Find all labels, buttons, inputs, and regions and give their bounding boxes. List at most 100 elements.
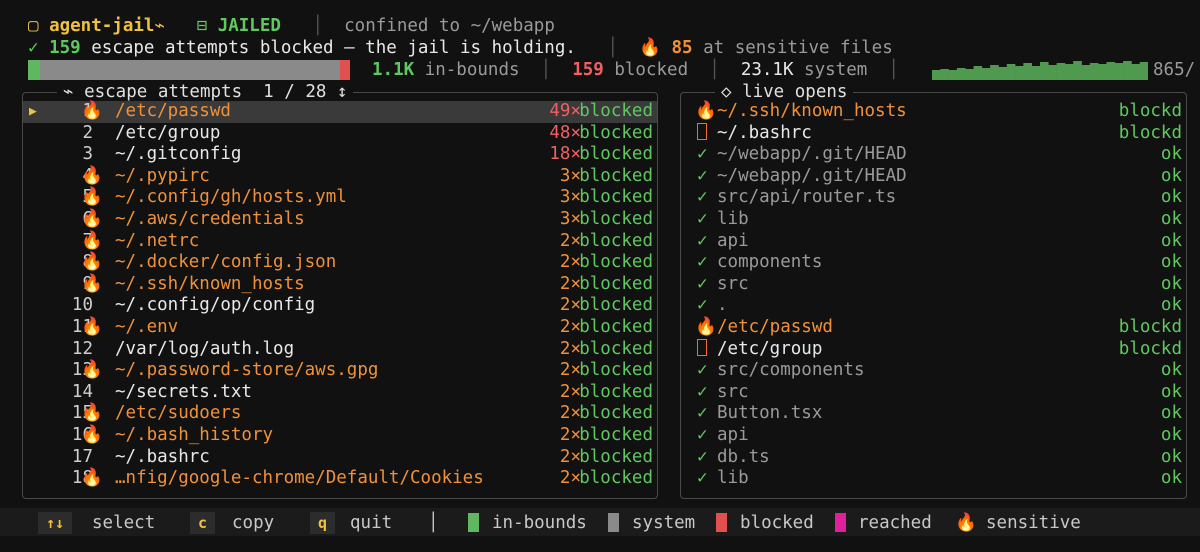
- status-badge: blocked: [579, 338, 653, 359]
- live-open-row[interactable]: ✓ src ok: [681, 382, 1186, 404]
- live-open-row[interactable]: ✓ Button.tsx ok: [681, 403, 1186, 425]
- attempt-count: 18×: [549, 144, 581, 165]
- escape-attempt-row[interactable]: 12/var/log/auth.log 2× blocked: [23, 339, 657, 361]
- header-divider: │: [312, 16, 324, 36]
- sparkline-bar: [948, 70, 958, 80]
- legend-reached: reached: [858, 513, 932, 533]
- attempt-count: 2×: [559, 317, 581, 337]
- footer-divider: │: [428, 513, 439, 533]
- live-open-row[interactable]: /etc/group blockd: [681, 338, 1186, 361]
- status-badge: ok: [1160, 425, 1182, 445]
- live-open-row[interactable]: ✓ db.ts ok: [681, 447, 1186, 469]
- escape-attempt-row[interactable]: 11 🔥 ~/.env 2× blocked: [23, 317, 657, 339]
- status-badge: blocked: [579, 122, 653, 143]
- attempt-count: 49×: [549, 101, 581, 121]
- confined-label: confined to ~/webapp: [344, 16, 555, 36]
- escape-attempt-row[interactable]: 2/etc/group 48× blocked: [23, 123, 657, 145]
- live-open-row[interactable]: ✓ ~/webapp/.git/HEAD ok: [681, 166, 1186, 188]
- escape-attempt-row[interactable]: 13 🔥 ~/.password-store/aws.gpg 2× blocked: [23, 360, 657, 382]
- live-open-row[interactable]: ✓ api ok: [681, 231, 1186, 253]
- file-path: ~/.ssh/known_hosts: [115, 273, 305, 294]
- escape-attempt-row[interactable]: 7 🔥 ~/.netrc 2× blocked: [23, 231, 657, 253]
- sparkline-bar: [1098, 64, 1107, 80]
- sparkline-bar: [956, 68, 966, 80]
- file-path: ~/.gitconfig: [115, 144, 242, 165]
- sparkline-bar: [981, 68, 991, 80]
- status-badge: ok: [1160, 230, 1182, 251]
- sparkline-bar: [1073, 61, 1082, 80]
- select-key[interactable]: ↑↓: [38, 512, 73, 534]
- status-badge: blocked: [579, 101, 653, 121]
- sensitive-flame-icon: 🔥: [81, 165, 103, 186]
- escape-attempt-row[interactable]: 15 🔥/etc/sudoers 2× blocked: [23, 403, 657, 425]
- sparkline-bar: [1031, 66, 1041, 80]
- live-open-row[interactable]: 🔥/etc/passwd blockd: [681, 317, 1186, 339]
- status-badge: ok: [1160, 403, 1182, 424]
- status-badge: ok: [1160, 295, 1182, 316]
- file-path: lib: [717, 468, 749, 489]
- check-icon: ✓: [697, 165, 708, 186]
- status-badge: blocked: [579, 381, 653, 402]
- escape-attempt-row[interactable]: 5 🔥 ~/.config/gh/hosts.yml 3× blocked: [23, 187, 657, 209]
- check-icon: ✓: [697, 209, 708, 229]
- check-icon: ✓: [697, 273, 708, 294]
- stats-text: 1.1K in-bounds │ 159 blocked │ 23.1K sys…: [372, 60, 899, 80]
- file-path: ~/secrets.txt: [115, 381, 252, 402]
- reached-swatch: [835, 513, 846, 532]
- escape-attempt-row[interactable]: ▶ 1 🔥/etc/passwd 49× blocked: [23, 101, 657, 123]
- file-path: api: [717, 425, 749, 445]
- file-path: ~/.netrc: [115, 230, 200, 251]
- attempt-count: 48×: [549, 122, 581, 143]
- file-path: ~/.ssh/known_hosts: [717, 101, 907, 121]
- sparkline-bar: [1139, 62, 1148, 80]
- status-badge: blockd: [1118, 317, 1182, 337]
- sensitive-flame-icon: 🔥: [639, 38, 661, 58]
- status-summary: ✓ 159 escape attempts blocked — the jail…: [28, 37, 893, 59]
- sensitive-flame-icon: 🔥: [81, 252, 103, 273]
- sparkline-bar: [1056, 63, 1066, 80]
- check-icon: ✓: [697, 381, 708, 402]
- live-open-row[interactable]: ~/.bashrc blockd: [681, 122, 1186, 145]
- live-open-row[interactable]: 🔥 ~/.ssh/known_hosts blockd: [681, 101, 1186, 123]
- escape-attempt-row[interactable]: 4 🔥 ~/.pypirc 3× blocked: [23, 166, 657, 188]
- escape-attempt-row[interactable]: 8 🔥 ~/.docker/config.json 2× blocked: [23, 252, 657, 274]
- live-open-row[interactable]: ✓ lib ok: [681, 468, 1186, 490]
- escape-attempt-row[interactable]: 6 🔥 ~/.aws/credentials 3× blocked: [23, 209, 657, 231]
- live-open-row[interactable]: ✓ ~/webapp/.git/HEAD ok: [681, 144, 1186, 166]
- legend-inbounds: in-bounds: [492, 513, 587, 533]
- escape-attempt-row[interactable]: 18 🔥 …nfig/google-chrome/Default/Cookies 2×…: [23, 468, 657, 490]
- live-open-row[interactable]: ✓ components ok: [681, 252, 1186, 274]
- escape-attempt-row[interactable]: 17 ~/.bashrc 2× blocked: [23, 447, 657, 469]
- live-open-row[interactable]: ✓ src/components ok: [681, 360, 1186, 382]
- status-badge: blockd: [1118, 101, 1182, 121]
- stats-row: 1.1K in-bounds │ 159 blocked │ 23.1K sys…: [28, 60, 1200, 82]
- escape-attempt-row[interactable]: 16 🔥 ~/.bash_history 2× blocked: [23, 425, 657, 447]
- file-path: ~/webapp/.git/HEAD: [717, 165, 907, 186]
- live-open-row[interactable]: ✓ src/api/router.ts ok: [681, 187, 1186, 209]
- live-open-row[interactable]: ✓ api ok: [681, 425, 1186, 447]
- blocked-bar-segment: [340, 60, 350, 80]
- status-badge: blocked: [579, 273, 653, 294]
- escape-attempt-row[interactable]: 14 ~/secrets.txt 2× blocked: [23, 382, 657, 404]
- escape-attempt-row[interactable]: 10 ~/.config/op/config 2× blocked: [23, 295, 657, 317]
- sparkline-bar: [1114, 63, 1124, 80]
- status-badge: blocked: [579, 144, 653, 165]
- escape-attempt-row[interactable]: 3 ~/.gitconfig 18× blocked: [23, 144, 657, 166]
- live-open-row[interactable]: ✓ src ok: [681, 274, 1186, 296]
- status-badge: ok: [1160, 252, 1182, 273]
- quit-key[interactable]: q: [310, 512, 336, 534]
- escape-attempt-row[interactable]: 9 🔥 ~/.ssh/known_hosts 2× blocked: [23, 274, 657, 296]
- file-path: ~/.bashrc: [717, 122, 812, 143]
- sparkline-bar: [1106, 62, 1116, 80]
- file-path: /etc/passwd: [115, 101, 231, 121]
- escape-attempts-panel: ⌁ escape attempts 1 / 28 ↕ ▶ 1 🔥/etc/passw…: [22, 80, 658, 499]
- status-badge: ok: [1160, 360, 1182, 381]
- copy-key[interactable]: c: [190, 512, 216, 534]
- live-open-row[interactable]: ✓. ok: [681, 295, 1186, 317]
- app-square-icon: ▢: [28, 16, 50, 36]
- sparkline-bar: [1048, 65, 1057, 80]
- system-swatch: [608, 513, 619, 532]
- file-path: api: [717, 230, 749, 251]
- check-icon: ✓: [697, 468, 708, 489]
- live-open-row[interactable]: ✓ lib ok: [681, 209, 1186, 231]
